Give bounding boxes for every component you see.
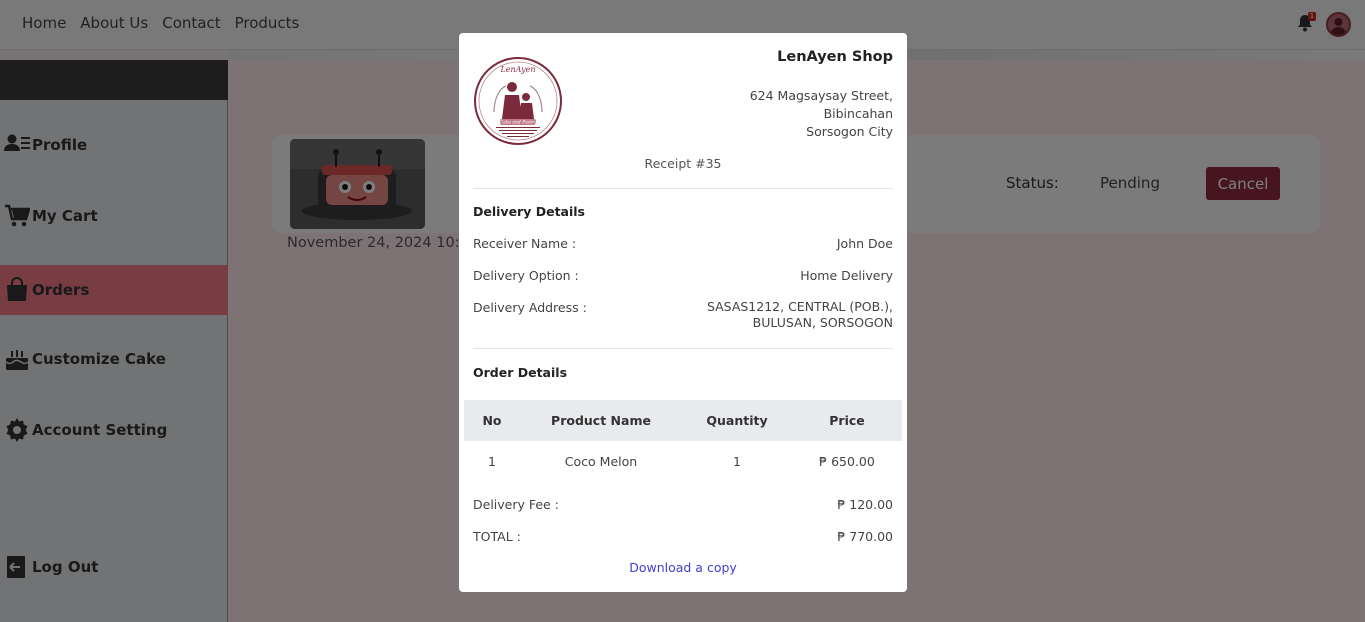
shop-name: LenAyen Shop bbox=[777, 49, 893, 65]
receipt-modal: LenAyen Cake and Pastry LenAyen Shop 624… bbox=[459, 33, 907, 592]
shop-address: 624 Magsaysay Street, Bibincahan Sorsogo… bbox=[749, 88, 893, 139]
table-row: 1 Coco Melon 1 ₱ 650.00 bbox=[464, 441, 902, 482]
total-value: ₱ 770.00 bbox=[837, 529, 893, 544]
delivery-details-title: Delivery Details bbox=[473, 204, 585, 219]
order-details-title: Order Details bbox=[473, 365, 568, 380]
cell-price: ₱ 650.00 bbox=[819, 454, 875, 469]
receiver-name-label: Receiver Name : bbox=[473, 236, 577, 251]
receipt-number: Receipt #35 bbox=[644, 156, 722, 171]
shop-logo: LenAyen Cake and Pastry bbox=[474, 57, 562, 145]
svg-text:Cake and Pastry: Cake and Pastry bbox=[499, 120, 537, 126]
column-header-price: Price bbox=[792, 400, 902, 441]
svg-text:LenAyen: LenAyen bbox=[499, 65, 535, 74]
cell-product-name: Coco Melon bbox=[564, 454, 638, 469]
divider bbox=[473, 348, 893, 349]
column-header-no: No bbox=[464, 400, 520, 441]
delivery-fee-value: ₱ 120.00 bbox=[837, 497, 893, 512]
delivery-fee-label: Delivery Fee : bbox=[473, 497, 559, 512]
delivery-address-label: Delivery Address : bbox=[473, 300, 587, 315]
receiver-name-value: John Doe bbox=[836, 236, 893, 251]
column-header-quantity: Quantity bbox=[682, 400, 792, 441]
delivery-option-value: Home Delivery bbox=[800, 268, 893, 283]
table-header-row: No Product Name Quantity Price bbox=[464, 400, 902, 441]
divider bbox=[473, 188, 893, 189]
column-header-product-name: Product Name bbox=[520, 400, 682, 441]
delivery-option-label: Delivery Option : bbox=[473, 268, 579, 283]
order-table: No Product Name Quantity Price 1 Coco Me… bbox=[464, 400, 902, 482]
cell-no: 1 bbox=[488, 454, 496, 469]
cell-quantity: 1 bbox=[733, 454, 741, 469]
download-copy-link[interactable]: Download a copy bbox=[459, 560, 907, 575]
total-label: TOTAL : bbox=[473, 529, 521, 544]
delivery-address-value: SASAS1212, CENTRAL (POB.), BULUSAN, SORS… bbox=[706, 299, 893, 330]
